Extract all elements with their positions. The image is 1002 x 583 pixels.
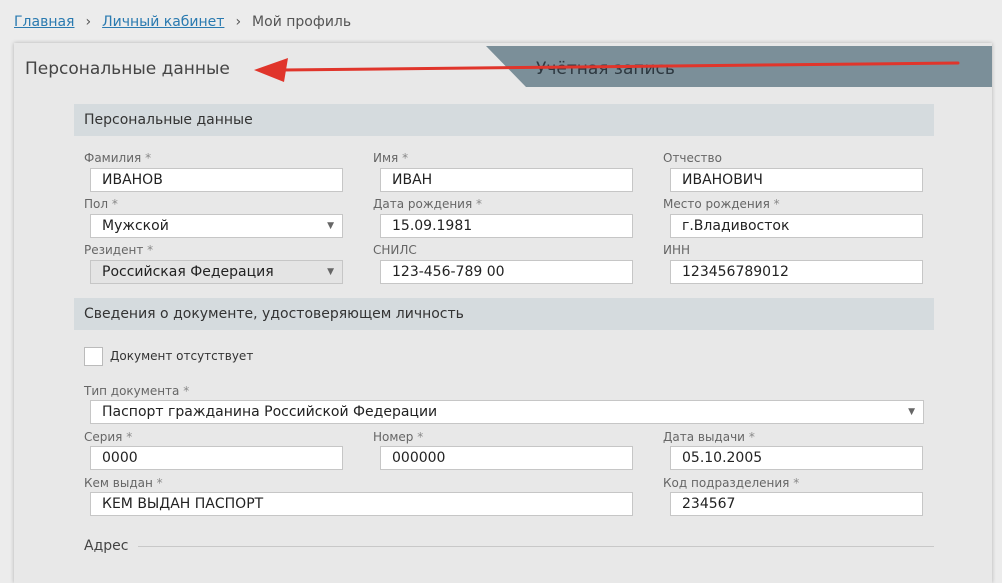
issue-date-field[interactable]: 05.10.2005 [670, 446, 923, 470]
chevron-down-icon: ▼ [908, 407, 915, 417]
division-code-label: Код подразделения * [663, 476, 800, 490]
breadcrumb-current: Мой профиль [252, 14, 352, 30]
number-field[interactable]: 000000 [380, 446, 633, 470]
document-type-label: Тип документа * [84, 384, 190, 398]
resident-select-value: Российская Федерация [102, 264, 274, 280]
series-label: Серия * [84, 430, 133, 444]
issued-by-label: Кем выдан * [84, 476, 163, 490]
issued-by-field[interactable]: КЕМ ВЫДАН ПАСПОРТ [90, 492, 633, 516]
inn-label: ИНН [663, 243, 691, 257]
birth-date-label: Дата рождения * [373, 197, 483, 211]
last-name-label: Фамилия * [84, 151, 152, 165]
resident-label: Резидент * [84, 243, 154, 257]
section-header-document: Сведения о документе, удостоверяющем лич… [74, 298, 934, 330]
birth-date-field[interactable]: 15.09.1981 [380, 214, 633, 238]
profile-panel: Персональные данные Учётная запись Персо… [14, 43, 992, 583]
gender-select[interactable]: Мужской ▼ [90, 214, 343, 238]
first-name-field[interactable]: ИВАН [380, 168, 633, 192]
last-name-field[interactable]: ИВАНОВ [90, 168, 343, 192]
inn-field[interactable]: 123456789012 [670, 260, 923, 284]
chevron-down-icon: ▼ [327, 221, 334, 231]
number-label: Номер * [373, 430, 424, 444]
document-absent-checkbox[interactable] [84, 347, 103, 366]
breadcrumb-cabinet-link[interactable]: Личный кабинет [102, 14, 224, 30]
gender-label: Пол * [84, 197, 118, 211]
issue-date-label: Дата выдачи * [663, 430, 755, 444]
address-divider [138, 546, 934, 547]
document-type-value: Паспорт гражданина Российской Федерации [102, 404, 438, 420]
resident-select[interactable]: Российская Федерация ▼ [90, 260, 343, 284]
snils-label: СНИЛС [373, 243, 417, 257]
document-type-select[interactable]: Паспорт гражданина Российской Федерации … [90, 400, 924, 424]
birth-place-label: Место рождения * [663, 197, 780, 211]
breadcrumb-separator: › [85, 14, 92, 30]
division-code-field[interactable]: 234567 [670, 492, 923, 516]
document-absent-label: Документ отсутствует [110, 349, 254, 363]
breadcrumb-home-link[interactable]: Главная [14, 14, 74, 30]
series-field[interactable]: 0000 [90, 446, 343, 470]
gender-select-value: Мужской [102, 218, 169, 234]
patronymic-field[interactable]: ИВАНОВИЧ [670, 168, 923, 192]
address-section-title: Адрес [84, 538, 129, 554]
tab-account[interactable]: Учётная запись [486, 46, 992, 87]
breadcrumb: Главная › Личный кабинет › Мой профиль [14, 12, 351, 32]
first-name-label: Имя * [373, 151, 409, 165]
breadcrumb-separator: › [235, 14, 242, 30]
tab-account-label: Учётная запись [536, 59, 675, 79]
birth-place-field[interactable]: г.Владивосток [670, 214, 923, 238]
chevron-down-icon: ▼ [327, 267, 334, 277]
patronymic-label: Отчество [663, 151, 722, 165]
snils-field[interactable]: 123-456-789 00 [380, 260, 633, 284]
section-header-personal: Персональные данные [74, 104, 934, 136]
tab-personal-data[interactable]: Персональные данные [25, 59, 230, 79]
